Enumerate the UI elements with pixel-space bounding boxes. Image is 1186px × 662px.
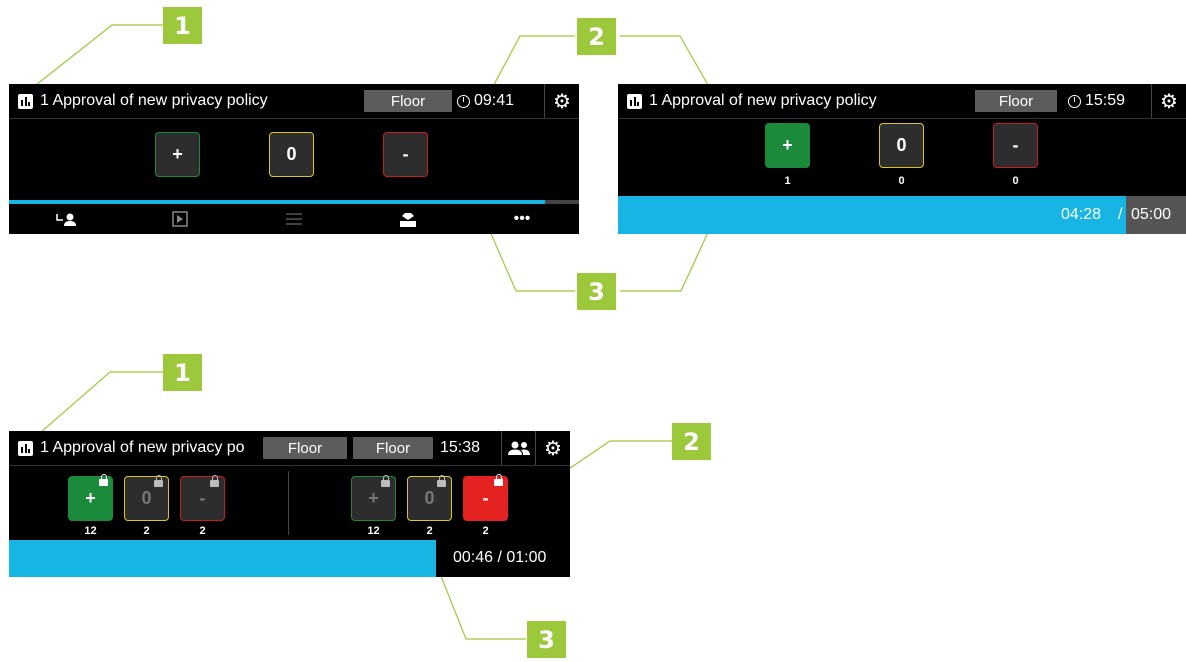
vote-box-icon[interactable] (351, 204, 465, 234)
lock-icon (437, 475, 446, 487)
lock-icon (381, 475, 390, 487)
yes-button[interactable]: + (765, 123, 810, 168)
yes-label: + (85, 488, 96, 508)
callout-1-bottom: 1 (163, 354, 202, 391)
no-button[interactable]: - (993, 123, 1038, 168)
clock-icon (1068, 94, 1081, 108)
abstain-button[interactable]: 0 (269, 132, 314, 177)
left-yes-count: 12 (84, 525, 97, 537)
lock-icon (494, 474, 503, 486)
clock-icon (457, 94, 470, 108)
left-no-count: 2 (199, 525, 206, 537)
timer-separator: / (1118, 206, 1123, 223)
poll-icon (627, 93, 642, 109)
more-icon[interactable]: ••• (465, 204, 579, 234)
no-button[interactable]: - (383, 132, 428, 177)
floor-button[interactable]: Floor (364, 90, 452, 112)
no-count: 0 (1012, 175, 1019, 187)
gear-icon[interactable]: ⚙ (544, 84, 579, 118)
timer-elapsed: 04:28 (1061, 206, 1102, 223)
clock: 09:41 (457, 92, 514, 110)
abstain-count: 0 (898, 175, 905, 187)
poll-icon (18, 440, 33, 456)
right-yes-count: 12 (367, 525, 380, 537)
left-abstain-button[interactable]: 0 (124, 475, 169, 521)
yes-label: + (368, 488, 379, 508)
next-item-icon[interactable] (123, 204, 237, 234)
redirect-user-icon[interactable] (9, 204, 123, 234)
floor-button-2[interactable]: Floor (353, 437, 433, 459)
floor-button[interactable]: Floor (975, 90, 1057, 112)
column-divider (288, 471, 289, 535)
panel-header: 1 Approval of new privacy po Floor Floor… (9, 431, 570, 465)
right-abstain-button[interactable]: 0 (407, 475, 452, 521)
panel-header: 1 Approval of new privacy policy Floor 0… (9, 84, 579, 118)
clock: 15:59 (1068, 92, 1125, 110)
clock-time: 15:38 (440, 439, 481, 456)
left-abstain-count: 2 (143, 525, 150, 537)
header-divider (618, 118, 1186, 119)
abstain-label: 0 (424, 488, 435, 508)
lock-icon (154, 475, 163, 487)
lock-icon (99, 474, 108, 486)
left-no-button[interactable]: - (180, 475, 225, 521)
poll-icon (18, 93, 33, 109)
left-yes-button[interactable]: + (68, 474, 113, 521)
abstain-button[interactable]: 0 (879, 123, 924, 168)
yes-count: 1 (784, 175, 791, 187)
lock-icon (210, 475, 219, 487)
right-no-button[interactable]: - (463, 474, 508, 521)
callout-3-bottom: 3 (527, 621, 566, 658)
no-label: - (199, 488, 206, 508)
voting-panel-c: 1 Approval of new privacy po Floor Floor… (9, 431, 570, 577)
right-no-count: 2 (482, 525, 489, 537)
no-label: - (482, 488, 489, 508)
voting-panel-a: 1 Approval of new privacy policy Floor 0… (9, 84, 579, 234)
group-icon[interactable] (501, 431, 536, 465)
abstain-label: 0 (141, 488, 152, 508)
timer: 00:46 / 01:00 (453, 549, 547, 566)
right-abstain-count: 2 (426, 525, 433, 537)
header-divider (9, 118, 579, 119)
clock-time: 09:41 (474, 92, 515, 109)
agenda-title: 1 Approval of new privacy policy (40, 92, 268, 109)
voting-panel-b: 1 Approval of new privacy policy Floor 1… (618, 84, 1186, 234)
right-yes-button[interactable]: + (351, 475, 396, 521)
callout-2-top: 2 (577, 18, 616, 55)
agenda-title: 1 Approval of new privacy po (40, 439, 245, 456)
gear-icon[interactable]: ⚙ (535, 431, 570, 465)
timer-total: 05:00 (1131, 206, 1172, 223)
bottom-nav: ••• (9, 204, 579, 234)
agenda-title: 1 Approval of new privacy policy (649, 92, 877, 109)
callout-2-bottom: 2 (672, 423, 711, 460)
clock-time: 15:59 (1085, 92, 1126, 109)
panel-header: 1 Approval of new privacy policy Floor 1… (618, 84, 1186, 118)
time-progress-bar (618, 196, 1126, 234)
callout-1-top: 1 (163, 7, 202, 44)
time-progress-bar (9, 540, 436, 577)
list-icon[interactable] (237, 204, 351, 234)
gear-icon[interactable]: ⚙ (1151, 84, 1186, 118)
callout-3-top: 3 (577, 273, 616, 310)
floor-button-1[interactable]: Floor (263, 437, 347, 459)
header-divider (9, 465, 570, 466)
yes-button[interactable]: + (155, 132, 200, 177)
